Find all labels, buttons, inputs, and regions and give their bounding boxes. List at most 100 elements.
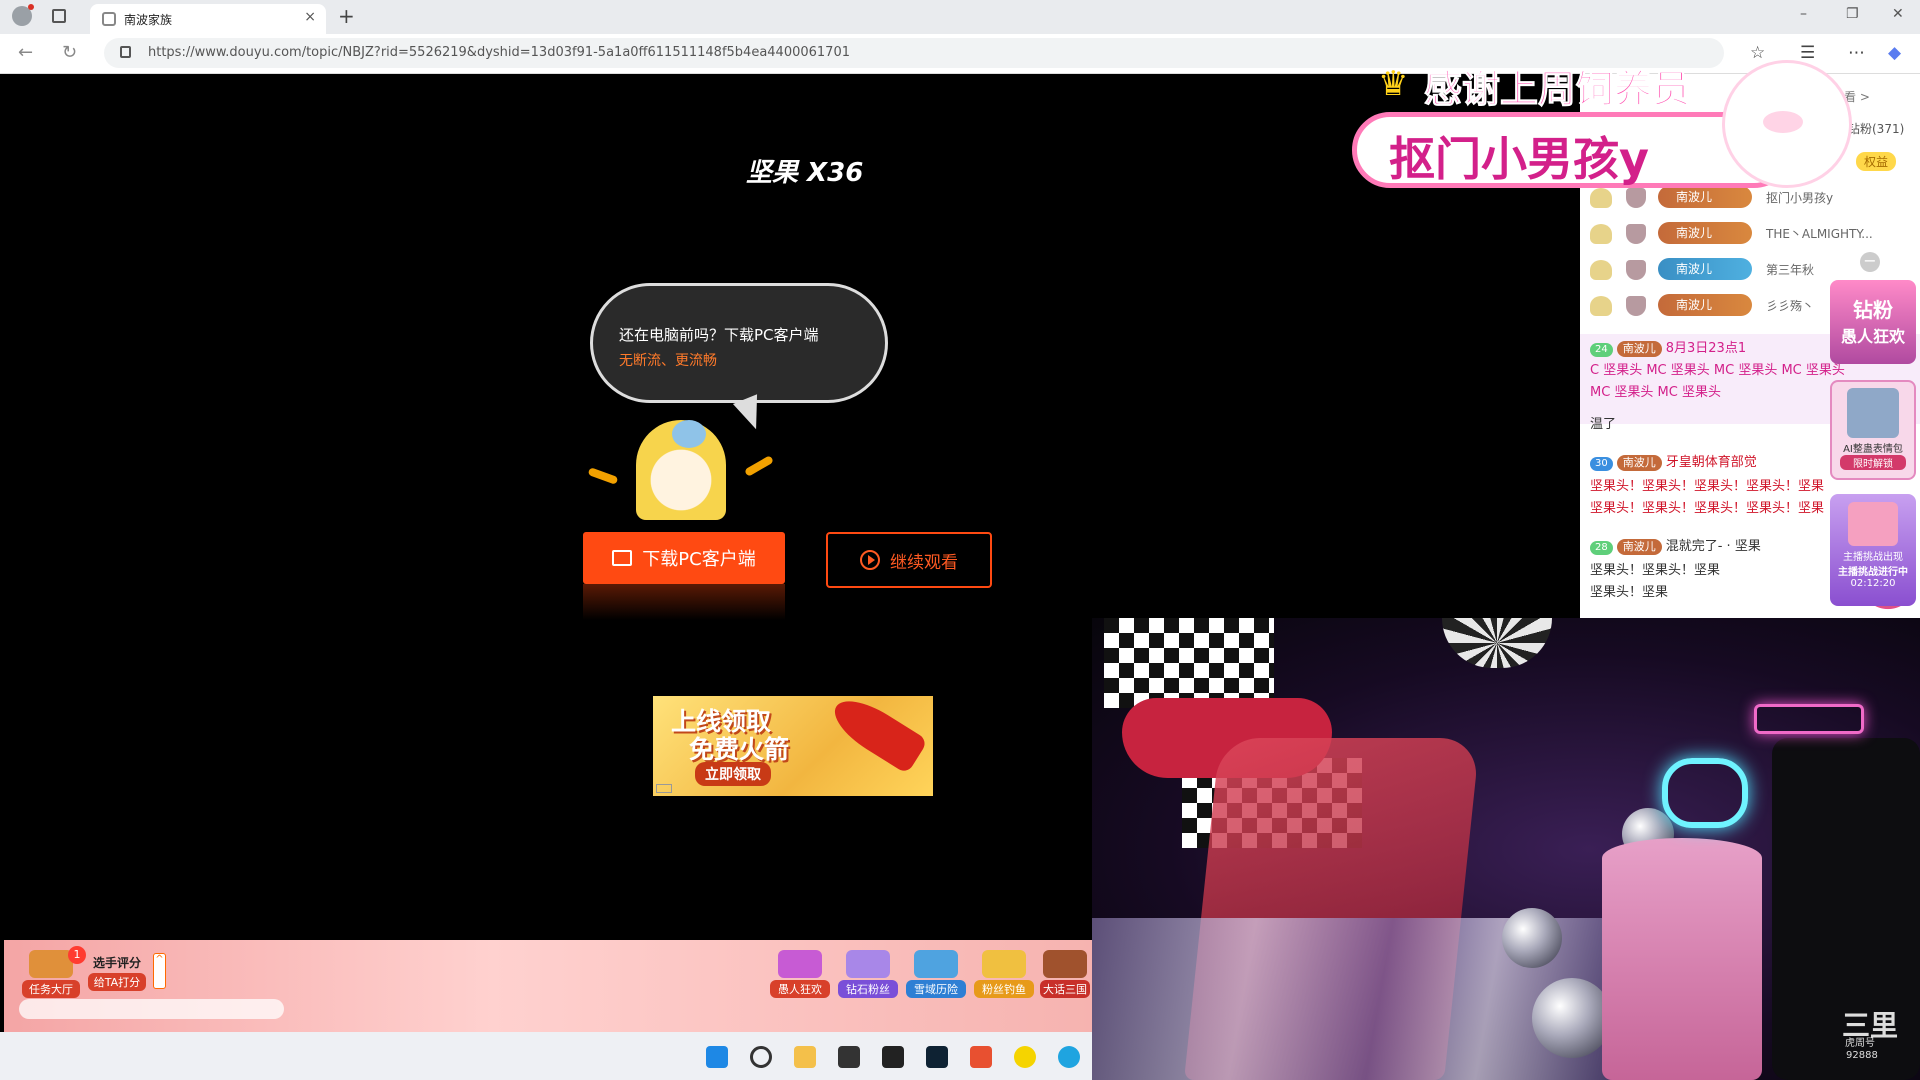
ad-cta-button[interactable]: 立即领取 [695, 762, 771, 786]
fan-fishing-label: 粉丝钓鱼 [974, 980, 1034, 998]
sponsor-brand: 坚果 X36 [746, 158, 864, 188]
noble-shield-icon [1626, 296, 1646, 316]
rights-button[interactable]: 权益 [1856, 152, 1897, 171]
user-level-badge: 28 [1590, 541, 1613, 555]
webcam-overlay [1092, 618, 1920, 1080]
noble-shield-icon [1626, 188, 1646, 208]
challenge-timer: 02:12:20 [1850, 578, 1896, 589]
button-reflection [583, 584, 785, 620]
april-fools-label: 愚人狂欢 [770, 980, 830, 998]
neon-sign [1754, 704, 1864, 734]
ai-sticker-widget[interactable]: AI整蛊表情包 限时解锁 [1830, 380, 1916, 480]
fan-badge: 南波儿 [1616, 539, 1662, 555]
chat-message-text: 坚果头！坚果头！坚果头！坚果头！坚果 [1590, 501, 1825, 516]
close-window-button[interactable]: ✕ [1892, 6, 1904, 22]
app-icon[interactable] [926, 1046, 948, 1068]
fan-badge: 南波儿 [1616, 455, 1662, 471]
restore-button[interactable]: ❐ [1846, 6, 1859, 22]
chat-message-text: 坚果头！坚果头！坚果 [1590, 563, 1721, 578]
bubble-text-main: 还在电脑前吗？下载PC客户端 [619, 326, 819, 344]
rocket-ad-banner[interactable]: 上线领取 免费火箭 立即领取 [653, 696, 933, 796]
close-tab-icon[interactable]: × [304, 9, 316, 25]
bubble-text-sub: 无断流、更流畅 [619, 353, 717, 369]
diamond-icon [846, 950, 890, 978]
back-arrow-icon[interactable]: ← [18, 42, 33, 63]
task-count-badge: 1 [68, 946, 86, 964]
chat-message-header[interactable]: 30 南波儿 牙皇朝体育部觉 [1590, 452, 1850, 474]
edge-browser-icon[interactable] [1058, 1046, 1080, 1068]
browser-tab[interactable]: 南波家族 × [90, 4, 326, 34]
ad-line-2: 免费火箭 [689, 735, 790, 764]
ide-icon[interactable] [882, 1046, 904, 1068]
pink-drum [1602, 838, 1762, 1080]
speech-bubble: 还在电脑前吗？下载PC客户端 无断流、更流畅 [590, 283, 888, 403]
diamond-fans-label: 钻石粉丝 [838, 980, 898, 998]
tab-actions-icon[interactable] [52, 9, 66, 23]
april-fools-entry[interactable]: 愚人狂欢 [770, 950, 830, 998]
chat-message-text: 坚果头！坚果头！坚果头！坚果头！坚果 [1590, 479, 1825, 494]
browser-tabstrip: 南波家族 × + – ❐ ✕ [0, 0, 1920, 34]
chat-message-text: C 坚果头 MC 坚果头 MC 坚果头 MC 坚果头 MC 坚果头 MC 坚果头 [1590, 363, 1845, 400]
noble-shield-icon [1626, 224, 1646, 244]
rank-username: 第三年秋 [1766, 263, 1815, 277]
minimize-icon[interactable]: − [1860, 252, 1880, 272]
favorite-star-icon[interactable]: ☆ [1750, 43, 1765, 63]
terminal-icon[interactable] [838, 1046, 860, 1068]
fan-fishing-entry[interactable]: 粉丝钓鱼 [974, 950, 1034, 998]
chat-message-text: 温了 [1590, 417, 1617, 432]
file-explorer-icon[interactable] [794, 1046, 816, 1068]
rocket-icon [825, 696, 929, 775]
snow-adventure-entry[interactable]: 雪域历险 [906, 950, 966, 998]
medal-icon [1590, 188, 1612, 208]
challenge-appear-text: 主播挑战出现 [1843, 552, 1903, 563]
chat-message-header[interactable]: 24 南波儿 8月3日23点1 [1590, 338, 1850, 360]
continue-watching-button[interactable]: 继续观看 [826, 532, 992, 588]
dartboard [1442, 618, 1552, 668]
april-fools-icon [778, 950, 822, 978]
play-icon [860, 550, 880, 570]
watermark-subtitle: 虎周号 [1845, 1038, 1875, 1049]
streamer-challenge-widget[interactable]: 主播挑战出现 主播挑战进行中 02:12:20 [1830, 494, 1916, 606]
douyu-app-icon[interactable] [970, 1046, 992, 1068]
three-kingdoms-entry[interactable]: 大话三国 [1040, 950, 1090, 998]
diamond-fans-count[interactable]: 钻粉(371) [1848, 120, 1904, 137]
watermark-number: 92888 [1846, 1050, 1878, 1061]
fan-badge: 南波儿 [1658, 294, 1752, 316]
collapse-button[interactable]: ^ [153, 953, 166, 989]
new-tab-button[interactable]: + [338, 4, 355, 28]
diamond-fans-entry[interactable]: 钻石粉丝 [838, 950, 898, 998]
diamond-event-title: 钻粉 [1853, 298, 1893, 322]
minimize-button[interactable]: – [1800, 6, 1807, 22]
noble-shield-icon [1626, 260, 1646, 280]
rate-player-title: 选手评分 [92, 956, 141, 970]
sheep-mascot [1722, 60, 1852, 188]
task-hall-icon [29, 950, 73, 978]
fan-badge: 南波儿 [1658, 258, 1752, 280]
favorites-list-icon[interactable]: ☰ [1800, 43, 1815, 63]
reload-icon[interactable]: ↻ [62, 42, 77, 63]
disco-ball [1532, 978, 1612, 1058]
rank-row[interactable]: 南波儿 THE丶ALMIGHTY... [1590, 220, 1920, 250]
ai-sticker-subtitle: 限时解锁 [1840, 455, 1906, 470]
copilot-icon[interactable]: ◆ [1888, 43, 1901, 63]
bottom-input-bar[interactable] [19, 999, 284, 1019]
fan-badge: 南波儿 [1616, 341, 1662, 357]
user-level-badge: 24 [1590, 343, 1613, 357]
video-player[interactable] [4, 74, 1092, 940]
start-menu-icon[interactable] [706, 1046, 728, 1068]
more-menu-icon[interactable]: ⋯ [1848, 43, 1865, 63]
url-text[interactable]: https://www.douyu.com/topic/NBJZ?rid=552… [148, 45, 850, 60]
rate-player-entry[interactable]: 选手评分 给TA打分 [88, 954, 146, 991]
chat-message-header[interactable]: 28 南波儿 混就完了- · 坚果 [1590, 536, 1850, 558]
search-icon[interactable] [750, 1046, 772, 1068]
challenge-progress-text: 主播挑战进行中 [1838, 567, 1908, 578]
screen: 南波家族 × + – ❐ ✕ ← ↻ https://www.douyu.com… [0, 0, 1920, 1080]
download-client-button[interactable]: 下载PC客户端 [583, 532, 785, 584]
medal-icon [1590, 260, 1612, 280]
chat-username: 8月3日23点1 [1665, 341, 1747, 356]
lock-icon[interactable] [120, 46, 131, 58]
recorder-icon[interactable] [1014, 1046, 1036, 1068]
fishing-icon [982, 950, 1026, 978]
chat-message-text: 坚果头！坚果 [1590, 585, 1669, 600]
diamond-event-widget[interactable]: 钻粉 愚人狂欢 [1830, 280, 1916, 364]
